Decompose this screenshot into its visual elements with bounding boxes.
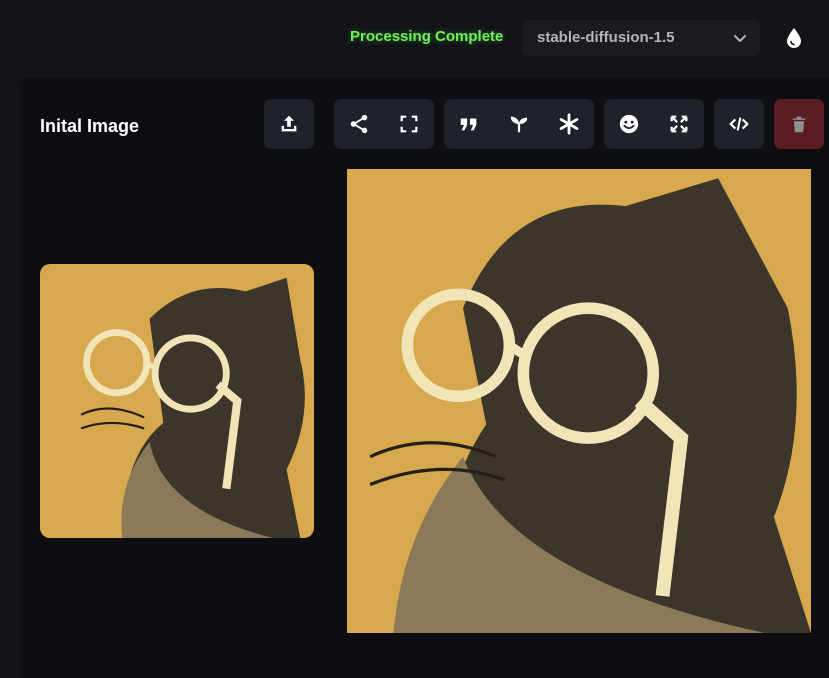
enhance-group bbox=[604, 99, 704, 149]
view-metadata-button[interactable] bbox=[714, 99, 764, 149]
asterisk-icon bbox=[559, 113, 579, 135]
prompt-group bbox=[444, 99, 594, 149]
upload-icon bbox=[281, 115, 297, 132]
result-image[interactable] bbox=[347, 169, 811, 633]
face-icon bbox=[619, 114, 639, 134]
upscale-button[interactable] bbox=[654, 99, 704, 149]
restore-faces-button[interactable] bbox=[604, 99, 654, 149]
code-icon bbox=[729, 117, 749, 131]
delete-group bbox=[774, 99, 824, 149]
chevron-down-icon bbox=[734, 35, 746, 42]
view-group bbox=[334, 99, 434, 149]
upload-button[interactable] bbox=[264, 99, 314, 149]
trash-icon bbox=[792, 116, 806, 133]
panel-title: Inital Image bbox=[40, 116, 140, 136]
expand-icon bbox=[670, 115, 688, 133]
quote-icon bbox=[460, 118, 477, 131]
fullscreen-icon bbox=[400, 115, 418, 133]
sprout-icon bbox=[510, 116, 528, 133]
delete-button[interactable] bbox=[774, 99, 824, 149]
use-all-button[interactable] bbox=[544, 99, 594, 149]
upload-group bbox=[264, 99, 314, 149]
cat-thumbnail-image bbox=[40, 264, 314, 538]
share-button[interactable] bbox=[334, 99, 384, 149]
use-prompt-button[interactable] bbox=[444, 99, 494, 149]
fullscreen-button[interactable] bbox=[384, 99, 434, 149]
model-select-label: stable-diffusion-1.5 bbox=[537, 29, 675, 46]
initial-image[interactable] bbox=[40, 264, 314, 538]
top-bar: Processing Complete stable-diffusion-1.5 bbox=[0, 0, 829, 78]
theme-drop-icon[interactable] bbox=[782, 26, 806, 50]
metadata-group bbox=[714, 99, 764, 149]
share-icon bbox=[350, 114, 368, 134]
use-seed-button[interactable] bbox=[494, 99, 544, 149]
model-select[interactable]: stable-diffusion-1.5 bbox=[522, 20, 760, 56]
status-text: Processing Complete bbox=[350, 28, 504, 45]
cat-result-image bbox=[347, 169, 811, 633]
